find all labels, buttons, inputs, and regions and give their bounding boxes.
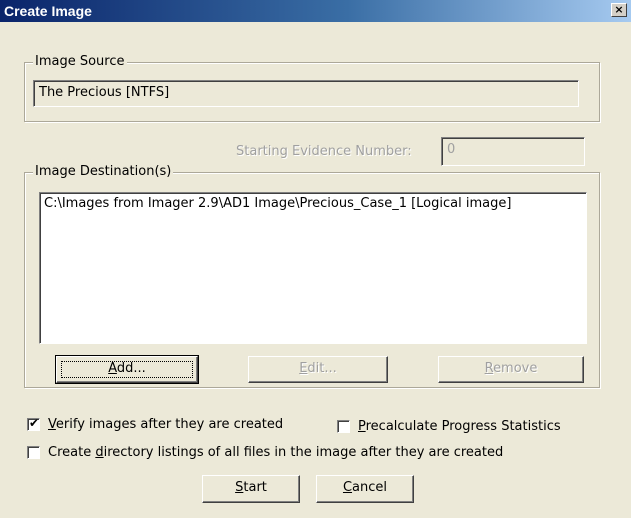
- verify-images-label: Verify images after they are created: [48, 417, 284, 432]
- destination-list[interactable]: C:\Images from Imager 2.9\AD1 Image\Prec…: [39, 192, 587, 344]
- cancel-button[interactable]: Cancel: [316, 475, 414, 503]
- directory-listings-option[interactable]: Create directory listings of all files i…: [27, 445, 503, 460]
- cancel-mnemonic: C: [342, 480, 353, 495]
- image-source-legend: Image Source: [33, 54, 127, 70]
- starting-evidence-field[interactable]: 0: [441, 137, 585, 166]
- list-item[interactable]: C:\Images from Imager 2.9\AD1 Image\Prec…: [44, 195, 582, 212]
- verify-images-option[interactable]: ✔ Verify images after they are created: [27, 416, 284, 432]
- precalculate-checkbox[interactable]: [337, 420, 350, 433]
- image-source-value: The Precious [NTFS]: [39, 85, 170, 100]
- add-mnemonic: A: [108, 361, 117, 376]
- verify-images-checkbox[interactable]: ✔: [27, 416, 40, 431]
- close-icon: ×: [614, 3, 624, 16]
- starting-evidence-value: 0: [447, 142, 456, 157]
- remove-button[interactable]: Remove: [438, 356, 584, 383]
- image-source-field: The Precious [NTFS]: [33, 80, 579, 107]
- precalculate-label: Precalculate Progress Statistics: [358, 419, 561, 434]
- precalculate-option[interactable]: Precalculate Progress Statistics: [337, 419, 561, 434]
- directory-listings-checkbox[interactable]: [27, 446, 40, 459]
- checkmark-icon: ✔: [29, 416, 40, 430]
- image-source-group: Image Source The Precious [NTFS]: [24, 54, 600, 122]
- directory-listings-label: Create directory listings of all files i…: [48, 445, 504, 460]
- add-button[interactable]: Add...: [55, 355, 199, 384]
- start-button[interactable]: Start: [202, 475, 300, 503]
- starting-evidence-label: Starting Evidence Number:: [236, 144, 412, 159]
- title-bar: Create Image ×: [0, 0, 631, 22]
- window-title: Create Image: [4, 3, 92, 19]
- image-destinations-legend: Image Destination(s): [33, 164, 174, 180]
- edit-button[interactable]: Edit...: [248, 356, 388, 383]
- remove-mnemonic: R: [484, 361, 494, 376]
- close-button[interactable]: ×: [611, 3, 627, 17]
